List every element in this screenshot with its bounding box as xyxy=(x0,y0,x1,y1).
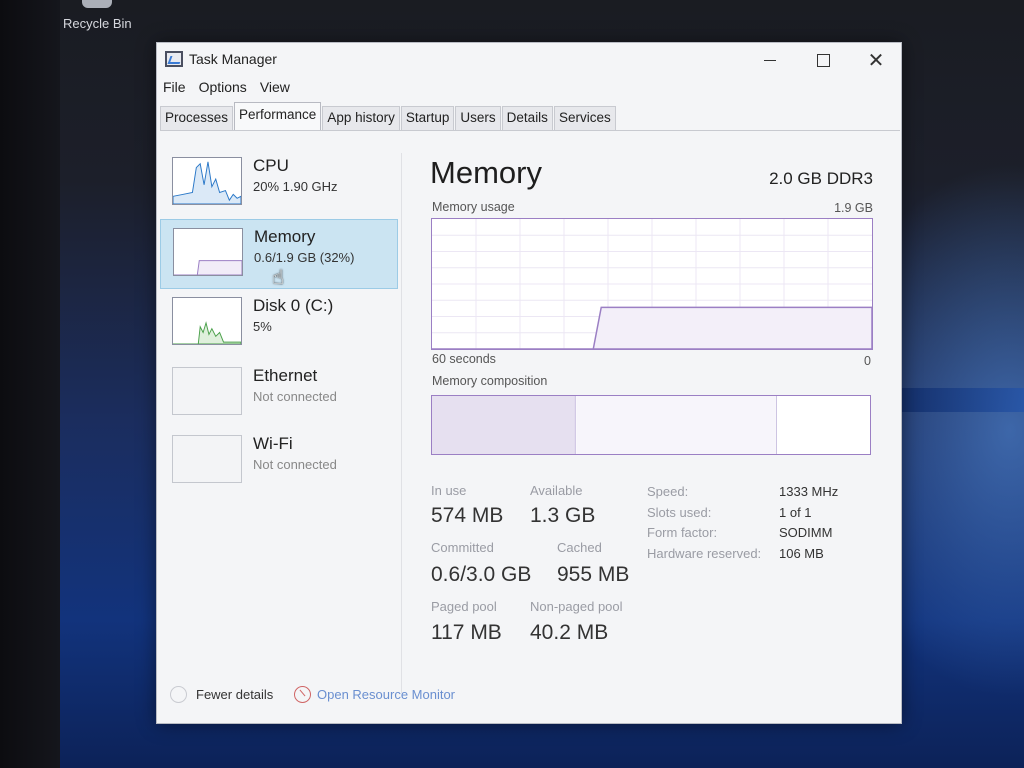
menu-file[interactable]: File xyxy=(157,77,191,99)
memory-usage-label: Memory usage xyxy=(432,200,515,214)
stat-in-use-label: In use xyxy=(431,483,467,498)
task-manager-icon xyxy=(165,51,183,67)
sidebar-item-label: Memory xyxy=(254,227,316,246)
spec-form-label: Form factor: xyxy=(647,525,718,540)
recycle-bin-icon[interactable] xyxy=(82,0,112,8)
memory-usage-max: 1.9 GB xyxy=(834,201,873,215)
task-manager-window: Task Manager ✕ File Options View Process… xyxy=(156,42,902,724)
memory-spec: 2.0 GB DDR3 xyxy=(769,169,873,188)
sidebar-item-wifi[interactable]: Wi-Fi Not connected xyxy=(160,427,398,497)
pane-divider[interactable] xyxy=(401,153,402,693)
resource-monitor-icon[interactable] xyxy=(294,686,311,703)
close-button[interactable]: ✕ xyxy=(853,47,899,73)
spec-form-value: SODIMM xyxy=(779,525,833,540)
fewer-details-link[interactable]: Fewer details xyxy=(196,687,273,702)
stat-cached-label: Cached xyxy=(557,540,602,555)
spec-slots-value: 1 of 1 xyxy=(779,505,812,520)
chevron-up-icon[interactable] xyxy=(170,686,187,703)
tab-processes[interactable]: Processes xyxy=(160,106,234,130)
sidebar-item-detail: 5% xyxy=(253,319,272,334)
sidebar-item-cpu[interactable]: CPU 20% 1.90 GHz xyxy=(160,149,398,219)
sidebar-item-ethernet[interactable]: Ethernet Not connected xyxy=(160,359,398,429)
menu-options[interactable]: Options xyxy=(193,77,252,99)
sidebar-item-detail: Not connected xyxy=(253,389,337,404)
stat-available-label: Available xyxy=(530,483,583,498)
hand-pointer-icon: ☝ xyxy=(272,267,285,289)
open-resource-monitor-link[interactable]: Open Resource Monitor xyxy=(317,687,455,702)
page-title: Memory xyxy=(430,155,542,190)
tab-strip: Processes Performance App history Startu… xyxy=(160,102,900,131)
tab-performance[interactable]: Performance xyxy=(234,102,322,130)
tab-details[interactable]: Details xyxy=(501,106,553,130)
spec-slots-label: Slots used: xyxy=(647,505,712,520)
recycle-bin-label[interactable]: Recycle Bin xyxy=(63,16,132,31)
menu-view[interactable]: View xyxy=(254,77,295,99)
maximize-button[interactable] xyxy=(800,47,846,73)
sidebar-item-label: Disk 0 (C:) xyxy=(253,296,334,315)
sidebar-item-detail: 20% 1.90 GHz xyxy=(253,179,338,194)
time-axis-left: 60 seconds xyxy=(432,352,496,366)
time-axis-right: 0 xyxy=(864,354,871,368)
sidebar-item-detail: 0.6/1.9 GB (32%) xyxy=(254,250,355,265)
stat-nonpaged-value: 40.2 MB xyxy=(530,621,609,644)
memory-usage-graph xyxy=(431,218,873,350)
sidebar-item-label: CPU xyxy=(253,156,289,175)
menu-bar: File Options View xyxy=(157,77,297,99)
spec-speed-value: 1333 MHz xyxy=(779,484,839,499)
stat-in-use-value: 574 MB xyxy=(431,504,504,527)
tab-app-history[interactable]: App history xyxy=(322,106,400,130)
desktop-left-edge xyxy=(0,0,60,768)
composition-free xyxy=(777,396,870,454)
desktop-accent-band xyxy=(900,388,1024,412)
composition-standby xyxy=(576,396,776,454)
spec-speed-label: Speed: xyxy=(647,484,689,499)
stat-available-value: 1.3 GB xyxy=(530,504,596,527)
spec-reserved-value: 106 MB xyxy=(779,546,824,561)
memory-composition-bar xyxy=(431,395,871,455)
sidebar-item-detail: Not connected xyxy=(253,457,337,472)
performance-sidebar: CPU 20% 1.90 GHz Memory 0.6/1.9 GB (32%)… xyxy=(160,135,398,495)
stat-nonpaged-label: Non-paged pool xyxy=(530,599,623,614)
tab-users[interactable]: Users xyxy=(455,106,501,130)
minimize-button[interactable] xyxy=(747,47,793,73)
spec-reserved-label: Hardware reserved: xyxy=(647,546,762,561)
memory-mini-graph xyxy=(173,228,243,276)
title-bar[interactable]: Task Manager ✕ xyxy=(157,43,901,77)
stat-cached-value: 955 MB xyxy=(557,563,630,586)
sidebar-item-label: Ethernet xyxy=(253,366,318,385)
window-title: Task Manager xyxy=(189,51,277,67)
stat-paged-label: Paged pool xyxy=(431,599,497,614)
disk-mini-graph xyxy=(172,297,242,345)
stat-committed-value: 0.6/3.0 GB xyxy=(431,563,532,586)
tab-services[interactable]: Services xyxy=(553,106,616,130)
stat-paged-value: 117 MB xyxy=(431,621,502,644)
sidebar-item-disk[interactable]: Disk 0 (C:) 5% xyxy=(160,289,398,359)
sidebar-item-label: Wi-Fi xyxy=(253,434,293,453)
stat-committed-label: Committed xyxy=(431,540,494,555)
wifi-mini-graph xyxy=(172,435,242,483)
memory-usage-area xyxy=(432,306,872,349)
cpu-mini-graph xyxy=(172,157,242,205)
ethernet-mini-graph xyxy=(172,367,242,415)
tab-startup[interactable]: Startup xyxy=(400,106,455,130)
memory-composition-label: Memory composition xyxy=(432,374,548,388)
composition-in-use xyxy=(432,396,576,454)
